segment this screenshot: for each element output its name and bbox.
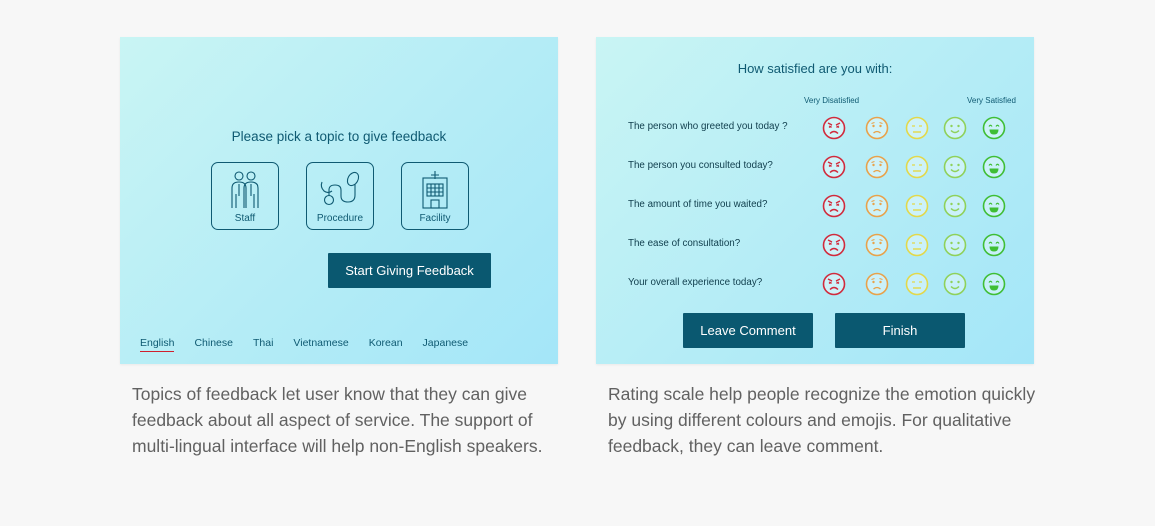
grin-face-icon[interactable]	[982, 233, 1006, 257]
language-japanese[interactable]: Japanese	[423, 337, 469, 352]
language-vietnamese[interactable]: Vietnamese	[293, 337, 348, 352]
angry-face-icon[interactable]	[822, 194, 846, 218]
question-text: Your overall experience today?	[628, 277, 763, 288]
sad-face-icon[interactable]	[865, 116, 889, 140]
grin-face-icon[interactable]	[982, 194, 1006, 218]
smile-face-icon[interactable]	[943, 116, 967, 140]
topic-procedure-button[interactable]: Procedure	[306, 162, 374, 230]
sad-face-icon[interactable]	[865, 194, 889, 218]
question-text: The person you consulted today?	[628, 160, 773, 171]
caption-right: Rating scale help people recognize the e…	[608, 384, 1036, 456]
smile-face-icon[interactable]	[943, 155, 967, 179]
language-chinese[interactable]: Chinese	[194, 337, 233, 352]
topic-facility-button[interactable]: Facility	[401, 162, 469, 230]
rating-row: The amount of time you waited?	[628, 194, 1028, 218]
language-selector: English Chinese Thai Vietnamese Korean J…	[140, 337, 488, 352]
angry-face-icon[interactable]	[822, 233, 846, 257]
topic-staff-button[interactable]: Staff	[211, 162, 279, 230]
rating-panel: How satisfied are you with: Very Disatis…	[596, 37, 1034, 364]
smile-face-icon[interactable]	[943, 233, 967, 257]
neutral-face-icon[interactable]	[905, 194, 929, 218]
rating-row: The ease of consultation?	[628, 233, 1028, 257]
staff-icon	[231, 171, 259, 208]
topic-selection-panel: Please pick a topic to give feedback Sta…	[120, 37, 558, 364]
neutral-face-icon[interactable]	[905, 155, 929, 179]
rating-row: The person you consulted today?	[628, 155, 1028, 179]
question-text: The amount of time you waited?	[628, 199, 768, 210]
sad-face-icon[interactable]	[865, 233, 889, 257]
neutral-face-icon[interactable]	[905, 116, 929, 140]
angry-face-icon[interactable]	[822, 272, 846, 296]
grin-face-icon[interactable]	[982, 155, 1006, 179]
topic-procedure-label: Procedure	[316, 213, 364, 224]
topic-prompt: Please pick a topic to give feedback	[231, 129, 447, 144]
question-text: The person who greeted you today ?	[628, 121, 788, 132]
language-thai[interactable]: Thai	[253, 337, 273, 352]
angry-face-icon[interactable]	[822, 155, 846, 179]
neutral-face-icon[interactable]	[905, 233, 929, 257]
neutral-face-icon[interactable]	[905, 272, 929, 296]
topic-staff-label: Staff	[234, 213, 256, 224]
grin-face-icon[interactable]	[982, 116, 1006, 140]
question-text: The ease of consultation?	[628, 238, 741, 249]
language-english[interactable]: English	[140, 337, 175, 352]
scale-low-label: Very Disatisfied	[804, 96, 860, 105]
angry-face-icon[interactable]	[822, 116, 846, 140]
rating-prompt: How satisfied are you with:	[737, 61, 893, 76]
start-feedback-button[interactable]: Start Giving Feedback	[328, 253, 491, 288]
rating-row: The person who greeted you today ?	[628, 116, 1028, 140]
smile-face-icon[interactable]	[943, 272, 967, 296]
sad-face-icon[interactable]	[865, 272, 889, 296]
smile-face-icon[interactable]	[943, 194, 967, 218]
stethoscope-icon	[320, 171, 360, 206]
hospital-icon	[422, 171, 448, 209]
grin-face-icon[interactable]	[982, 272, 1006, 296]
leave-comment-button[interactable]: Leave Comment	[683, 313, 813, 348]
sad-face-icon[interactable]	[865, 155, 889, 179]
rating-row: Your overall experience today?	[628, 272, 1028, 296]
scale-high-label: Very Satisfied	[967, 96, 1016, 105]
language-korean[interactable]: Korean	[369, 337, 403, 352]
topic-facility-label: Facility	[419, 213, 451, 224]
finish-button[interactable]: Finish	[835, 313, 965, 348]
caption-left: Topics of feedback let user know that th…	[132, 384, 543, 456]
